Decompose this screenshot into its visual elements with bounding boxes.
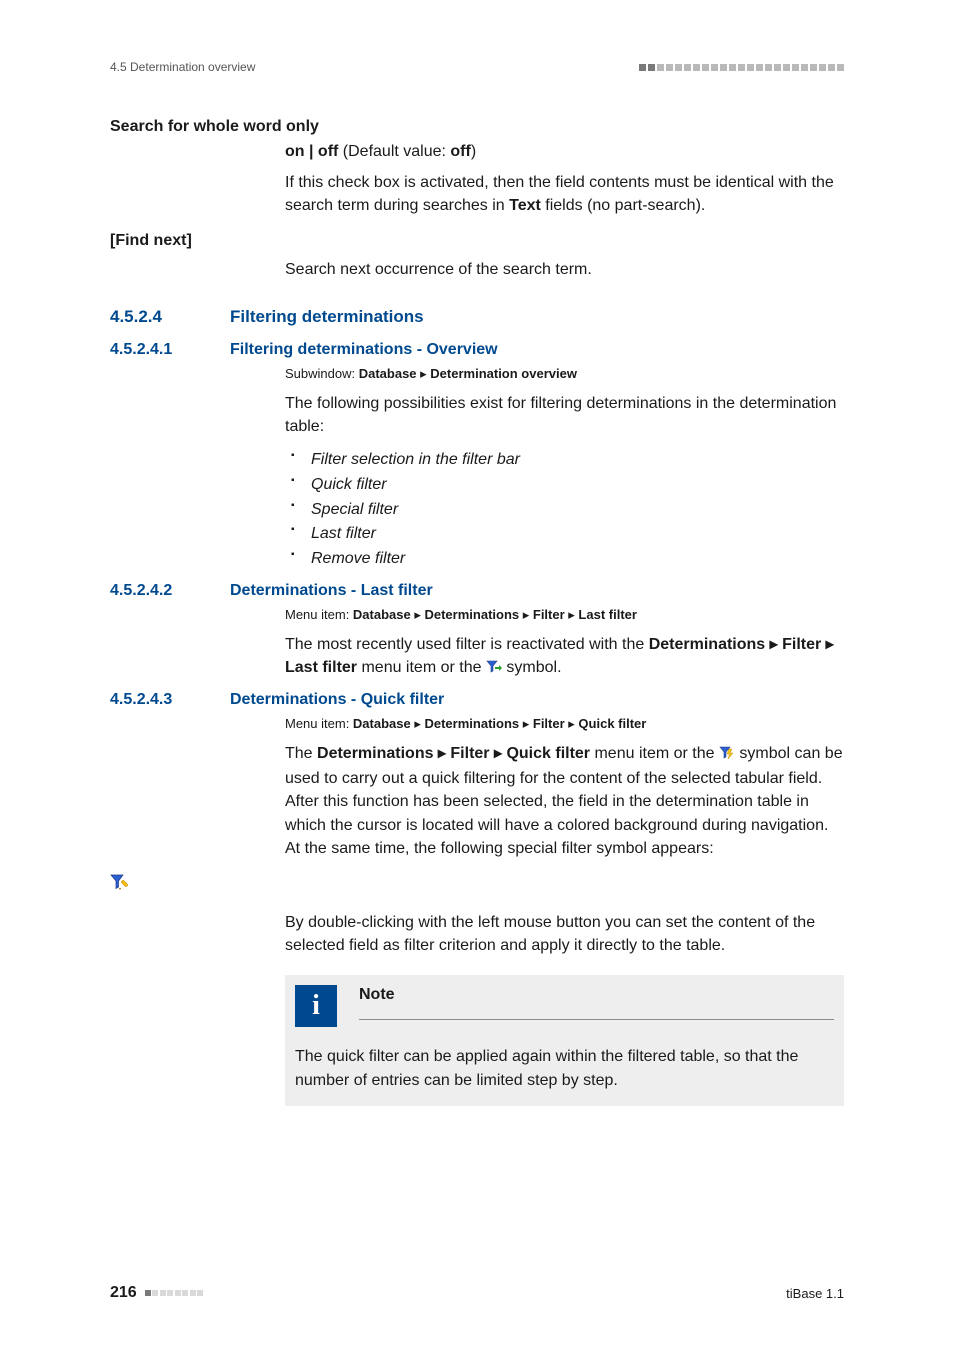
find-next-description: Search next occurrence of the search ter… (285, 258, 844, 281)
filter-options-list: Filter selection in the filter bar Quick… (285, 448, 844, 572)
section-number: 4.5.2.4.1 (110, 341, 230, 359)
section-number: 4.5.2.4.2 (110, 582, 230, 600)
default-close: ) (471, 143, 476, 160)
product-name: tiBase 1.1 (786, 1286, 844, 1301)
term-description: If this check box is activated, then the… (285, 171, 844, 217)
term-value-line: on | off (Default value: off) (285, 140, 844, 163)
last-filter-description: The most recently used filter is reactiv… (285, 633, 844, 681)
list-item: Special filter (285, 498, 844, 523)
subwindow-path: Subwindow: Database ▸ Determination over… (285, 365, 844, 384)
note-title: Note (359, 983, 834, 1006)
note-box: i Note The quick filter can be applied a… (285, 975, 844, 1105)
overview-intro: The following possibilities exist for fi… (285, 392, 844, 438)
header-decoration (639, 64, 844, 71)
on-off-label: on | off (285, 143, 338, 160)
default-value: off (450, 143, 470, 160)
info-icon: i (295, 985, 337, 1027)
section-number: 4.5.2.4.3 (110, 691, 230, 709)
quick-filter-doubleclick: By double-clicking with the left mouse b… (285, 911, 844, 957)
text-bold: Text (509, 197, 541, 214)
term-find-next: [Find next] (110, 232, 844, 250)
term-search-whole-word: Search for whole word only (110, 118, 844, 136)
list-item: Remove filter (285, 547, 844, 572)
page-number: 216 (110, 1284, 137, 1302)
footer-decoration (145, 1290, 204, 1296)
default-label: (Default value: (338, 143, 450, 160)
list-item: Quick filter (285, 473, 844, 498)
menu-path: Menu item: Database ▸ Determinations ▸ F… (285, 715, 844, 734)
section-title: Filtering determinations - Overview (230, 341, 844, 359)
funnel-flash-icon (719, 744, 735, 767)
quick-filter-description: The Determinations ▸ Filter ▸ Quick filt… (285, 742, 844, 860)
funnel-arrow-icon (486, 658, 502, 681)
text: fields (no part-search). (541, 197, 706, 214)
menu-path: Menu item: Database ▸ Determinations ▸ F… (285, 606, 844, 625)
section-number: 4.5.2.4 (110, 307, 230, 327)
funnel-pencil-icon (110, 874, 130, 897)
section-title: Determinations - Quick filter (230, 691, 844, 709)
list-item: Last filter (285, 522, 844, 547)
section-title: Filtering determinations (230, 307, 844, 327)
breadcrumb: 4.5 Determination overview (110, 60, 255, 74)
note-body: The quick filter can be applied again wi… (295, 1045, 834, 1091)
section-title: Determinations - Last filter (230, 582, 844, 600)
list-item: Filter selection in the filter bar (285, 448, 844, 473)
